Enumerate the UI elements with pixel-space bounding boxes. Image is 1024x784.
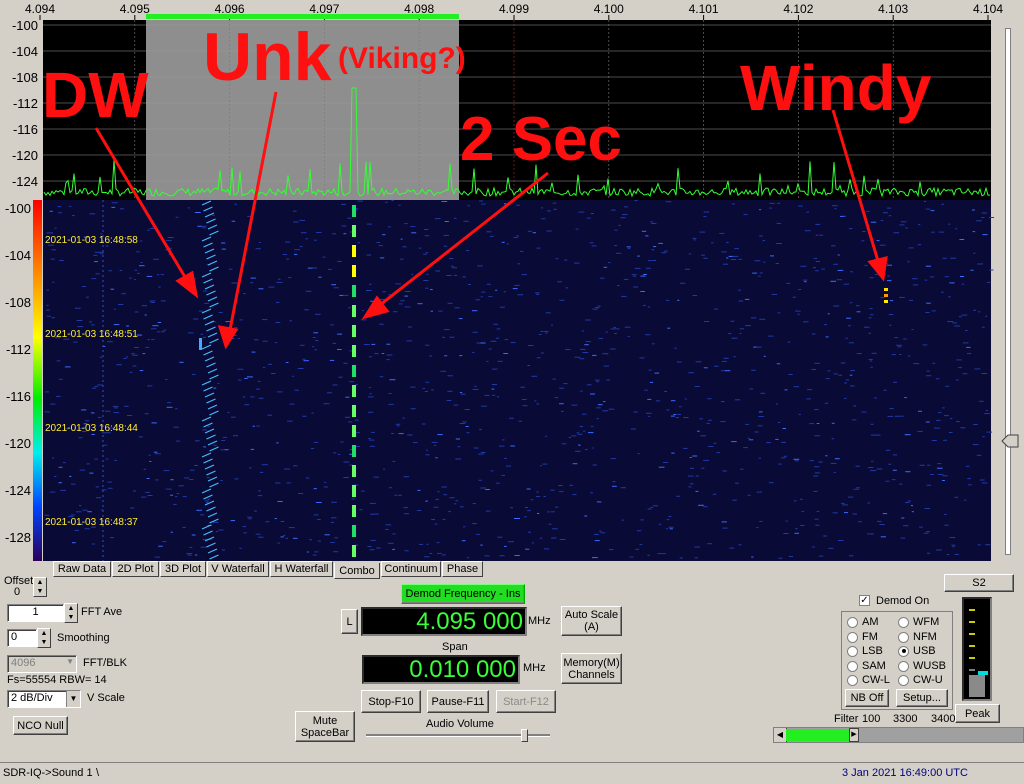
annotation-overlay: DW Unk (Viking?) 2 Sec Windy xyxy=(42,19,932,350)
annotation-2sec: 2 Sec xyxy=(460,105,622,174)
mode-lsb[interactable]: LSB xyxy=(847,645,883,657)
lock-l-button[interactable]: L xyxy=(341,609,358,634)
tab-raw-data[interactable]: Raw Data xyxy=(53,561,111,577)
radio-icon xyxy=(847,616,858,628)
arrow-dw xyxy=(94,127,190,283)
span-unit: MHz xyxy=(523,662,546,674)
filter-slider-fill xyxy=(786,729,849,741)
fft-ave-input[interactable]: 1 xyxy=(7,604,64,622)
offset-value: 0 xyxy=(14,586,21,598)
vscale-label: V Scale xyxy=(87,692,125,704)
span-display[interactable]: 0.010 000 xyxy=(362,655,520,684)
mode-wfm[interactable]: WFM xyxy=(898,616,939,628)
audio-volume-thumb[interactable] xyxy=(521,729,528,742)
s-meter xyxy=(962,597,992,701)
arrow-2sec xyxy=(379,171,549,307)
auto-scale-button[interactable]: Auto Scale (A) xyxy=(561,606,622,636)
chevron-down-icon: ▼ xyxy=(66,657,74,666)
arrow-unk xyxy=(228,91,278,331)
nco-null-button[interactable]: NCO Null xyxy=(13,716,68,735)
tab-v-waterfall[interactable]: V Waterfall xyxy=(207,561,269,577)
nb-off-button[interactable]: NB Off xyxy=(845,689,889,707)
pause-button[interactable]: Pause-F11 xyxy=(427,690,489,713)
audio-volume-label: Audio Volume xyxy=(426,718,494,730)
s-meter-level xyxy=(969,675,985,697)
status-device: SDR-IQ->Sound 1 xyxy=(3,767,93,779)
s-meter-peak-marker xyxy=(978,671,988,675)
tab-3d-plot[interactable]: 3D Plot xyxy=(160,561,206,577)
smoothing-label: Smoothing xyxy=(57,632,110,644)
demod-frequency-button[interactable]: Demod Frequency - Ins xyxy=(401,584,525,604)
tab-2d-plot[interactable]: 2D Plot xyxy=(112,561,159,577)
vscale-select[interactable]: 2 dB/Div ▼ xyxy=(7,690,81,708)
radio-icon xyxy=(847,631,858,643)
filter-label: Filter xyxy=(834,713,859,725)
tab-combo[interactable]: Combo xyxy=(334,563,380,579)
radio-icon xyxy=(847,645,858,657)
radio-icon xyxy=(898,616,909,628)
status-separator: \ xyxy=(96,767,100,779)
smoothing-input[interactable]: 0 xyxy=(7,629,37,647)
filter-slider-right-arrow-icon[interactable]: ▶ xyxy=(849,728,859,742)
filter-high: 3400 xyxy=(931,713,956,725)
radio-selected-icon xyxy=(898,645,909,657)
mode-cw-l[interactable]: CW-L xyxy=(847,674,890,686)
annotation-unk: Unk xyxy=(203,19,332,95)
mode-nfm[interactable]: NFM xyxy=(898,631,937,643)
fft-blk-select[interactable]: 4096 ▼ xyxy=(7,655,77,673)
annotation-dw: DW xyxy=(42,59,149,131)
fft-ave-spinner[interactable]: ▲ ▼ xyxy=(64,603,78,623)
mute-button[interactable]: Mute SpaceBar xyxy=(295,711,355,742)
status-bar: SDR-IQ->Sound 1 \ 3 Jan 2021 16:49:00 UT… xyxy=(0,762,1024,784)
s2-button[interactable]: S2 xyxy=(944,574,1014,592)
fft-blk-label: FFT/BLK xyxy=(83,657,128,669)
arrow-windy xyxy=(831,109,880,262)
mode-cw-u[interactable]: CW-U xyxy=(898,674,943,686)
tab-h-waterfall[interactable]: H Waterfall xyxy=(270,561,333,577)
radio-icon xyxy=(847,660,858,672)
mode-usb[interactable]: USB xyxy=(898,645,936,657)
radio-icon xyxy=(847,674,858,686)
tab-phase[interactable]: Phase xyxy=(442,561,483,577)
mode-fm[interactable]: FM xyxy=(847,631,878,643)
peak-button[interactable]: Peak xyxy=(955,704,1000,723)
offset-spinner[interactable]: ▲ ▼ xyxy=(33,577,47,597)
frequency-display[interactable]: 4.095 000 xyxy=(361,607,527,636)
fft-ave-label: FFT Ave xyxy=(81,606,123,618)
fs-rbw-text: Fs=55554 RBW= 14 xyxy=(7,674,107,686)
sdr-application-window: 4.094 4.095 4.096 4.097 4.098 4.099 4.100 4.101… xyxy=(0,0,1024,784)
setup-button[interactable]: Setup... xyxy=(896,689,948,707)
radio-icon xyxy=(898,674,909,686)
start-button[interactable]: Start-F12 xyxy=(496,690,556,713)
fft-blk-value: 4096 xyxy=(11,657,36,669)
radio-icon xyxy=(898,631,909,643)
mode-am[interactable]: AM xyxy=(847,616,879,628)
mode-wusb[interactable]: WUSB xyxy=(898,660,946,672)
annotation-viking: (Viking?) xyxy=(338,42,466,75)
filter-slider[interactable]: ◀ ▶ xyxy=(773,727,1024,743)
filter-low: 100 xyxy=(862,713,881,725)
tab-continuum[interactable]: Continuum xyxy=(381,561,441,577)
status-datetime: 3 Jan 2021 16:49:00 UTC xyxy=(842,767,968,779)
span-label: Span xyxy=(442,641,468,653)
demod-on-checkbox[interactable]: ✓ xyxy=(859,595,870,606)
memory-channels-button[interactable]: Memory(M) Channels xyxy=(561,653,622,684)
radio-icon xyxy=(898,660,909,672)
demod-on-label: Demod On xyxy=(876,595,930,607)
filter-mid: 3300 xyxy=(893,713,918,725)
stop-button[interactable]: Stop-F10 xyxy=(361,690,421,713)
chevron-down-icon: ▼ xyxy=(66,691,80,707)
annotation-windy: Windy xyxy=(740,52,932,124)
smoothing-spinner[interactable]: ▲ ▼ xyxy=(37,628,51,648)
frequency-unit: MHz xyxy=(528,615,551,627)
mode-sam[interactable]: SAM xyxy=(847,660,886,672)
vscale-value: 2 dB/Div xyxy=(11,692,53,704)
